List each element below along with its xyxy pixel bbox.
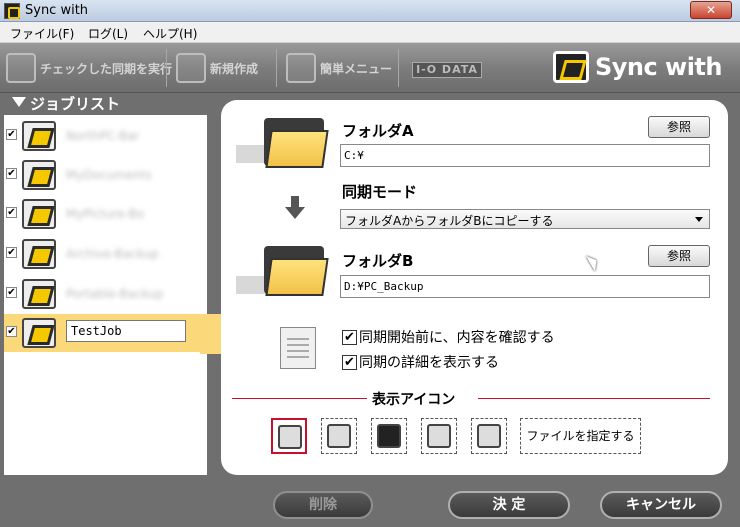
specify-file-button[interactable]: ファイルを指定する: [520, 418, 641, 454]
sync-mode-value: フォルダAからフォルダBにコピーする: [345, 214, 554, 228]
job-checkbox[interactable]: ✔: [6, 168, 17, 179]
sync-run-icon: [6, 53, 36, 83]
folder-a-path-field[interactable]: [340, 144, 710, 167]
toolbar: チェックした同期を実行 新規作成 簡単メニュー I-O DATA Sync wi…: [0, 43, 740, 93]
job-icon: [22, 121, 56, 151]
ok-button[interactable]: 決 定: [448, 491, 570, 519]
new-create-label: 新規作成: [210, 61, 259, 76]
job-item[interactable]: ✔ NorthPC-Bar: [4, 117, 207, 155]
job-list: ✔ NorthPC-Bar ✔ MyDocuments ✔ MyPicture-…: [4, 115, 207, 475]
toolbar-divider: [166, 49, 167, 87]
brand-text: Sync with: [594, 53, 723, 81]
run-checked-button[interactable]: チェックした同期を実行: [6, 51, 172, 85]
checkbox-box[interactable]: ✔: [342, 354, 357, 370]
document-icon: [280, 327, 316, 369]
job-item[interactable]: ✔ MyDocuments: [4, 156, 207, 194]
run-checked-label: チェックした同期を実行: [40, 61, 173, 76]
menu-help[interactable]: ヘルプ(H): [143, 25, 197, 42]
confirm-before-sync-checkbox[interactable]: ✔ 同期開始前に、内容を確認する: [342, 327, 555, 347]
job-name: Portable-Backup: [66, 287, 164, 301]
sync-mode-label: 同期モード: [342, 183, 418, 201]
folder-b-icon: [260, 244, 330, 300]
folder-a-browse-button[interactable]: 参照: [648, 116, 710, 138]
job-checkbox[interactable]: ✔: [6, 207, 17, 218]
folder-b-label: フォルダB: [342, 252, 414, 270]
toolbar-divider: [398, 49, 399, 87]
job-checkbox[interactable]: ✔: [6, 247, 17, 258]
job-name: NorthPC-Bar: [66, 129, 140, 143]
new-create-button[interactable]: 新規作成: [176, 51, 258, 85]
toolbar-divider: [276, 49, 277, 87]
folder-b-path-field[interactable]: [340, 275, 710, 298]
app-icon: [4, 3, 20, 19]
easy-menu-button[interactable]: 簡単メニュー: [286, 51, 392, 85]
job-name: Archive-Backup: [66, 247, 159, 261]
job-item-selected[interactable]: ✔: [4, 314, 200, 352]
job-icon: [22, 279, 56, 309]
display-icon-title: 表示アイコン: [372, 392, 456, 408]
folder-a-icon: [260, 116, 330, 172]
brand-logo: Sync with: [552, 51, 723, 83]
close-button[interactable]: ✕: [690, 1, 732, 19]
job-item[interactable]: ✔ MyPicture-Bo: [4, 195, 207, 233]
easy-menu-label: 簡単メニュー: [320, 61, 393, 76]
menu-file[interactable]: ファイル(F): [10, 25, 74, 42]
icon-option-disk[interactable]: [421, 418, 457, 454]
job-name-input[interactable]: [66, 320, 186, 342]
icon-option-hdd[interactable]: [321, 418, 357, 454]
sync-mode-select[interactable]: フォルダAからフォルダBにコピーする: [340, 209, 710, 229]
confirm-before-sync-label: 同期開始前に、内容を確認する: [359, 330, 555, 346]
job-icon: [22, 239, 56, 269]
job-checkbox[interactable]: ✔: [6, 129, 17, 140]
new-icon: [176, 53, 206, 83]
collapse-triangle-icon: [12, 97, 26, 107]
iodata-logo[interactable]: I-O DATA: [412, 62, 482, 78]
job-item[interactable]: ✔ Portable-Backup: [4, 275, 207, 313]
job-name: MyPicture-Bo: [66, 207, 145, 221]
icon-option-syncwith[interactable]: [271, 418, 307, 454]
checkbox-box[interactable]: ✔: [342, 329, 357, 345]
icon-option-usb[interactable]: [471, 418, 507, 454]
chevron-down-icon: [695, 217, 703, 222]
down-arrow-icon: [285, 196, 305, 222]
show-details-label: 同期の詳細を表示する: [359, 355, 499, 371]
job-icon: [22, 199, 56, 229]
section-divider: [478, 398, 710, 399]
joblist-header[interactable]: ジョブリスト: [0, 93, 220, 115]
delete-button[interactable]: 削除: [273, 491, 373, 519]
job-icon: [22, 160, 56, 190]
title-bar: Sync with ✕: [0, 0, 740, 22]
job-name: MyDocuments: [66, 168, 152, 182]
job-icon: [22, 318, 56, 348]
folder-a-label: フォルダA: [342, 122, 414, 140]
folder-b-browse-button[interactable]: 参照: [648, 245, 710, 267]
show-details-checkbox[interactable]: ✔ 同期の詳細を表示する: [342, 352, 499, 372]
job-checkbox[interactable]: ✔: [6, 287, 17, 298]
job-checkbox[interactable]: ✔: [6, 326, 17, 337]
window-title: Sync with: [25, 3, 89, 18]
heart-icon: [286, 53, 316, 83]
job-item[interactable]: ✔ Archive-Backup: [4, 235, 207, 273]
menu-bar: ファイル(F) ログ(L) ヘルプ(H): [0, 22, 740, 43]
menu-log[interactable]: ログ(L): [88, 25, 128, 42]
sync-with-icon: [552, 51, 589, 83]
cancel-button[interactable]: キャンセル: [600, 491, 722, 519]
joblist-title: ジョブリスト: [30, 95, 121, 113]
icon-option-black-drive[interactable]: [371, 418, 407, 454]
section-divider: [232, 398, 367, 399]
